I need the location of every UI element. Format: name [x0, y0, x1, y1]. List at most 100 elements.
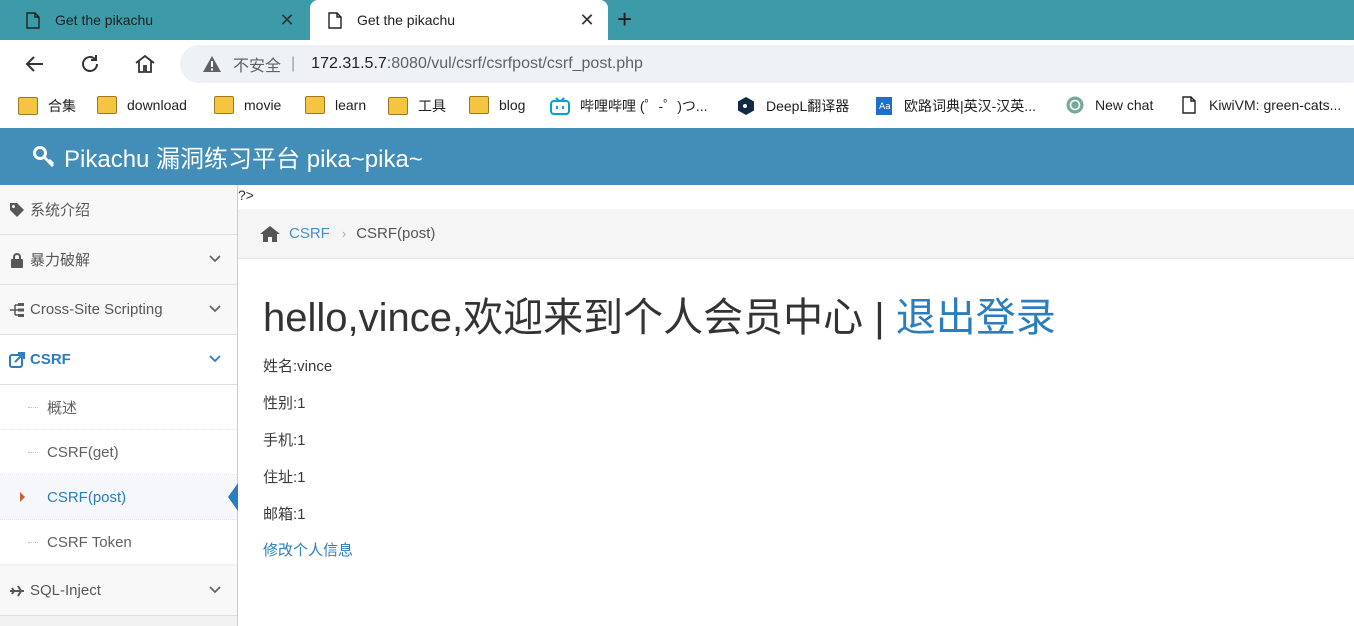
sidebar-item-label: 系统介绍 [30, 202, 91, 219]
sidebar-subitem-csrf-post[interactable]: CSRF(post) [0, 475, 238, 520]
bookmarks-bar: 合集 download movie learn 工具 blog 哔哩哔哩 (゜-… [0, 88, 1354, 124]
bookmark-eudic[interactable]: Aa 欧路词典|英汉-汉英... [874, 96, 1036, 116]
folder-icon [18, 97, 38, 115]
deepl-icon [738, 97, 754, 115]
new-tab-button[interactable]: + [617, 6, 632, 32]
chevron-down-icon [209, 305, 221, 313]
bookmark-folder[interactable]: 工具 [388, 96, 446, 116]
bookmark-label: download [127, 97, 187, 113]
active-pointer [228, 483, 238, 511]
plane-icon [10, 584, 24, 597]
chevron-right-icon: › [341, 226, 347, 241]
tab-title: Get the pikachu [55, 12, 154, 28]
sidebar-subitem-label: 概述 [47, 399, 78, 417]
sidebar-item-csrf[interactable]: CSRF [0, 335, 237, 385]
sidebar-subitem-csrf-token[interactable]: CSRF Token [0, 520, 237, 565]
bookmark-label: blog [499, 97, 526, 113]
chatgpt-icon [1066, 96, 1084, 114]
url-path: :8080/vul/csrf/csrfpost/csrf_post.php [386, 55, 643, 72]
folder-icon [469, 96, 489, 114]
eudic-icon: Aa [876, 97, 892, 115]
sidebar-subitem-csrf-get[interactable]: CSRF(get) [0, 430, 237, 475]
bookmark-kiwivm[interactable]: KiwiVM: green-cats... [1179, 96, 1341, 114]
logout-link[interactable]: 退出登录 [896, 296, 1056, 340]
bookmark-label: 欧路词典|英汉-汉英... [904, 98, 1036, 114]
tags-icon [10, 202, 24, 217]
bookmark-deepl[interactable]: DeepL翻译器 [736, 96, 849, 116]
web-page: Pikachu 漏洞练习平台 pika~pika~ 系统介绍 暴力破解 Cros… [0, 128, 1354, 626]
sidebar-subitem-overview[interactable]: 概述 [0, 385, 237, 430]
address-bar[interactable]: 不安全 | 172.31.5.7:8080/vul/csrf/csrfpost/… [180, 45, 1354, 83]
folder-icon [388, 97, 408, 115]
chevron-down-icon [209, 586, 221, 594]
sidebar-item-sql-inject[interactable]: SQL-Inject [0, 566, 237, 616]
bookmark-new-chat[interactable]: New chat [1065, 96, 1153, 114]
warning-icon[interactable] [202, 55, 222, 73]
bookmark-label: 工具 [418, 98, 446, 114]
bookmark-bilibili[interactable]: 哔哩哔哩 (゜-゜)つ... [550, 96, 708, 116]
breadcrumb: CSRF › CSRF(post) [238, 209, 1354, 259]
share-icon [9, 351, 25, 368]
tab-title: Get the pikachu [357, 12, 456, 28]
caret-right-icon [20, 492, 25, 502]
bookmark-label: DeepL翻译器 [766, 98, 850, 114]
site-brand[interactable]: Pikachu 漏洞练习平台 pika~pika~ [64, 139, 423, 174]
tree-connector [28, 407, 38, 408]
sidebar-item-intro[interactable]: 系统介绍 [0, 185, 237, 235]
bookmark-label: learn [335, 97, 367, 113]
browser-tab-1[interactable]: Get the pikachu ✕ [8, 0, 308, 40]
profile-address: 住址:1 [263, 469, 306, 486]
title-separator: | [863, 296, 896, 340]
main-content: ?> CSRF › CSRF(post) hello,vince,欢迎来到个人会… [238, 185, 1354, 626]
reload-icon[interactable] [78, 52, 102, 76]
home-icon[interactable] [259, 225, 281, 243]
edit-profile-link[interactable]: 修改个人信息 [263, 539, 353, 560]
tree-connector [28, 542, 38, 543]
bookmark-folder[interactable]: 合集 [18, 96, 76, 116]
sidebar-subitem-label: CSRF Token [47, 533, 132, 551]
back-icon[interactable] [23, 52, 47, 76]
page-icon [26, 11, 40, 29]
close-icon[interactable]: ✕ [272, 10, 302, 31]
browser-toolbar: 不安全 | 172.31.5.7:8080/vul/csrf/csrfpost/… [0, 40, 1354, 88]
page-icon [328, 11, 342, 29]
profile-gender: 性别:1 [263, 395, 306, 412]
tree-connector [28, 452, 38, 453]
profile-phone: 手机:1 [263, 432, 306, 449]
sidebar-item-xss[interactable]: Cross-Site Scripting [0, 285, 237, 335]
key-icon [33, 145, 55, 167]
sidebar-item-label: 暴力破解 [30, 252, 91, 269]
chevron-down-icon [209, 255, 221, 263]
bookmark-folder[interactable]: movie [214, 96, 281, 114]
omnibox-separator: | [291, 55, 296, 72]
bookmark-label: KiwiVM: green-cats... [1209, 97, 1342, 113]
folder-icon [214, 96, 234, 114]
bookmark-folder[interactable]: download [97, 96, 187, 114]
tab-strip: Get the pikachu ✕ Get the pikachu ✕ + [0, 0, 1354, 40]
profile-name: 姓名:vince [263, 358, 333, 375]
page-icon [1182, 96, 1196, 114]
sidebar-item-brute-force[interactable]: 暴力破解 [0, 235, 237, 285]
breadcrumb-current: CSRF(post) [356, 225, 436, 242]
home-icon[interactable] [133, 52, 157, 76]
url-host: 172.31.5.7 [311, 55, 387, 72]
profile-email: 邮箱:1 [263, 506, 306, 523]
breadcrumb-link-csrf[interactable]: CSRF [289, 225, 330, 242]
folder-icon [305, 96, 325, 114]
sidebar-item-label: SQL-Inject [30, 582, 101, 599]
lock-icon [11, 252, 23, 268]
chevron-down-icon [209, 355, 221, 363]
sidebar-subitem-label: CSRF(post) [47, 488, 127, 506]
security-label: 不安全 [233, 58, 282, 75]
close-icon[interactable]: ✕ [572, 10, 602, 31]
browser-tab-2-active[interactable]: Get the pikachu ✕ [310, 0, 608, 40]
site-header: Pikachu 漏洞练习平台 pika~pika~ [0, 128, 1354, 185]
bookmark-folder[interactable]: blog [469, 96, 525, 114]
sidebar-subitem-label: CSRF(get) [47, 443, 119, 461]
bookmark-folder[interactable]: learn [305, 96, 366, 114]
folder-icon [97, 96, 117, 114]
svg-text:Aa: Aa [879, 102, 891, 112]
welcome-text: hello,vince,欢迎来到个人会员中心 [263, 296, 864, 340]
bookmark-label: New chat [1095, 97, 1154, 113]
bookmark-label: movie [244, 97, 282, 113]
